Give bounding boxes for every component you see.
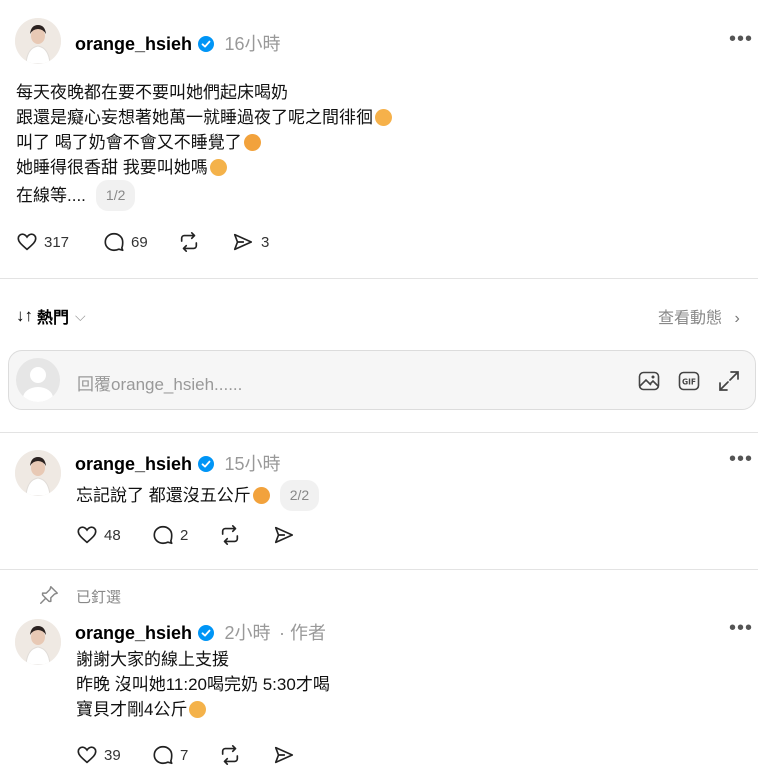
repost-icon [180, 232, 198, 252]
like-button[interactable]: 39 [76, 744, 121, 766]
comment-button[interactable]: 69 [103, 231, 148, 253]
more-options-icon[interactable]: ••• [729, 448, 753, 471]
repost-button[interactable] [177, 231, 207, 253]
like-button[interactable]: 48 [76, 524, 121, 546]
like-count: 317 [44, 233, 70, 251]
chevron-down-icon: ⌵ [75, 307, 86, 324]
heart-icon [17, 233, 37, 251]
pleading-face-emoji-icon [209, 159, 227, 176]
share-button[interactable]: 3 [231, 231, 269, 253]
confounded-face-emoji-icon [243, 134, 261, 151]
comment-count: 7 [180, 746, 189, 764]
view-activity-link[interactable]: 查看動態 › [658, 304, 740, 328]
send-icon [274, 526, 294, 544]
gif-icon[interactable]: GIF [677, 369, 701, 398]
expand-icon[interactable] [717, 369, 741, 398]
post-line: 她睡得很香甜 我要叫她嗎 [16, 155, 392, 180]
sort-icon: ↓↑ [16, 306, 33, 325]
post-line: 在線等.... 1/2 [16, 180, 392, 211]
comment-button[interactable]: 2 [152, 524, 188, 546]
chevron-right-icon: › [734, 310, 740, 327]
comment-header: orange_hsieh 2小時 · 作者 [75, 619, 326, 645]
sort-dropdown[interactable]: ↓↑ 熱門 ⌵ [16, 304, 86, 328]
post-line: 每天夜晚都在要不要叫她們起床喝奶 [16, 83, 288, 102]
pleading-face-emoji-icon [252, 487, 270, 504]
divider [0, 569, 758, 570]
comment-icon [104, 232, 124, 252]
comment-line: 昨晚 沒叫她11:20喝完奶 5:30才喝 [76, 675, 330, 694]
comment-line: 忘記說了 都還沒五公斤 2/2 [76, 480, 320, 511]
comment-time[interactable]: 15小時 [225, 454, 281, 474]
comment-line: 謝謝大家的線上支援 [76, 650, 229, 669]
view-activity-label: 查看動態 [658, 310, 723, 327]
reply-box[interactable]: 回覆orange_hsieh...... GIF [8, 350, 756, 410]
username[interactable]: orange_hsieh [75, 623, 192, 643]
avatar[interactable] [15, 18, 61, 64]
comment-count: 2 [180, 526, 189, 544]
image-icon[interactable] [637, 369, 661, 398]
reply-input[interactable]: 回覆orange_hsieh...... [77, 370, 242, 395]
like-count: 39 [104, 746, 121, 764]
comment-icon [153, 745, 173, 765]
svg-text:GIF: GIF [682, 378, 696, 387]
avatar[interactable] [15, 450, 61, 496]
comment-line: 寶貝才剛4公斤 [76, 697, 330, 722]
like-count: 48 [104, 526, 121, 544]
more-options-icon[interactable]: ••• [729, 28, 753, 51]
page-indicator: 2/2 [279, 480, 320, 511]
pinned-label: 已釘選 [76, 589, 122, 606]
comment-button[interactable]: 7 [152, 744, 188, 766]
comment-body: 忘記說了 都還沒五公斤 2/2 [76, 480, 320, 511]
repost-button[interactable] [218, 524, 248, 546]
post-body: 每天夜晚都在要不要叫她們起床喝奶 跟還是癡心妄想著她萬一就睡過夜了呢之間徘徊 叫… [16, 80, 392, 211]
comment-icon [153, 525, 173, 545]
crying-face-emoji-icon [375, 109, 392, 126]
send-icon [274, 746, 294, 764]
post-line: 跟還是癡心妄想著她萬一就睡過夜了呢之間徘徊 [16, 105, 392, 130]
share-button[interactable] [272, 744, 302, 766]
heart-icon [77, 746, 97, 764]
pleading-face-emoji-icon [189, 701, 207, 718]
send-icon [233, 233, 253, 251]
repost-icon [221, 745, 239, 765]
comment-header: orange_hsieh 15小時 [75, 450, 281, 476]
avatar[interactable] [15, 619, 61, 665]
share-count: 3 [261, 233, 270, 251]
more-options-icon[interactable]: ••• [729, 617, 753, 640]
pin-icon [38, 584, 60, 611]
repost-button[interactable] [218, 744, 248, 766]
comment-time[interactable]: 2小時 [225, 623, 271, 643]
username[interactable]: orange_hsieh [75, 34, 192, 54]
username[interactable]: orange_hsieh [75, 454, 192, 474]
post-time[interactable]: 16小時 [225, 34, 281, 54]
comment-body: 謝謝大家的線上支援 昨晚 沒叫她11:20喝完奶 5:30才喝 寶貝才剛4公斤 [76, 647, 330, 722]
post-header: orange_hsieh 16小時 [75, 30, 281, 56]
default-avatar-icon [16, 358, 60, 402]
verified-icon [198, 625, 214, 641]
post-line: 叫了 喝了奶會不會又不睡覺了 [16, 130, 392, 155]
heart-icon [77, 526, 97, 544]
divider [0, 278, 758, 279]
repost-icon [221, 525, 239, 545]
share-button[interactable] [272, 524, 302, 546]
comment-count: 69 [131, 233, 148, 251]
author-tag: · 作者 [278, 623, 326, 643]
sort-label: 熱門 [37, 310, 70, 327]
verified-icon [198, 36, 214, 52]
like-button[interactable]: 317 [16, 231, 69, 253]
verified-icon [198, 456, 214, 472]
page-indicator: 1/2 [95, 180, 136, 211]
divider [0, 432, 758, 433]
